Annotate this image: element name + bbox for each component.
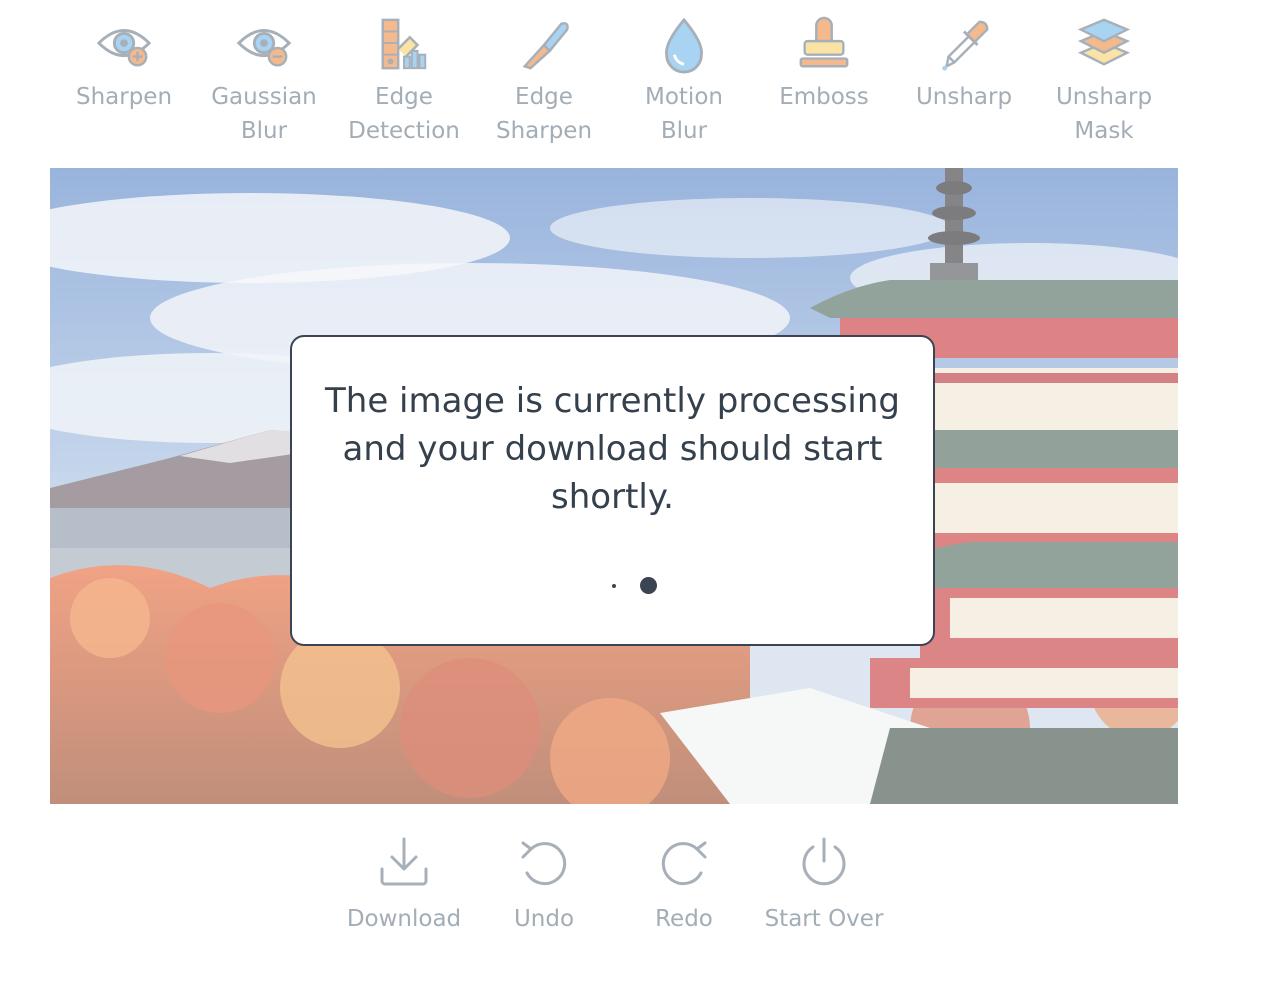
download-label: Download [346, 906, 462, 932]
undo-label: Undo [513, 906, 575, 932]
redo-label: Redo [655, 906, 713, 932]
filter-sharpen-button[interactable]: Sharpen [54, 14, 194, 154]
filter-label: Gaussian Blur [211, 84, 317, 144]
action-bar: Download Undo Redo Start Over [0, 820, 1268, 960]
stamp-icon [794, 14, 854, 76]
processing-message: The image is currently processing and yo… [325, 381, 900, 517]
redo-button[interactable]: Redo [614, 832, 754, 942]
drop-icon [654, 14, 714, 76]
palette-chart-icon [374, 14, 434, 76]
filter-label: Sharpen [75, 84, 173, 110]
filter-emboss-button[interactable]: Emboss [754, 14, 894, 154]
filter-label: Unsharp [915, 84, 1013, 110]
download-icon [374, 832, 434, 892]
filter-unsharp-mask-button[interactable]: Unsharp Mask [1034, 14, 1174, 154]
scalpel-icon [514, 14, 574, 76]
filter-label: Unsharp Mask [1055, 84, 1153, 144]
filter-motion-blur-button[interactable]: Motion Blur [614, 14, 754, 154]
filter-label: Motion Blur [645, 84, 723, 144]
filter-label: Edge Sharpen [495, 84, 593, 144]
undo-button[interactable]: Undo [474, 832, 614, 942]
undo-icon [514, 832, 574, 892]
filter-edge-detection-button[interactable]: Edge Detection [334, 14, 474, 154]
layers-icon [1074, 14, 1134, 76]
start-over-label: Start Over [764, 906, 884, 932]
power-icon [794, 832, 854, 892]
start-over-button[interactable]: Start Over [754, 832, 894, 942]
filter-label: Emboss [779, 84, 869, 110]
filter-label: Edge Detection [348, 84, 460, 144]
redo-icon [654, 832, 714, 892]
processing-dialog: The image is currently processing and yo… [290, 335, 935, 646]
download-button[interactable]: Download [334, 832, 474, 942]
filter-gaussian-blur-button[interactable]: Gaussian Blur [194, 14, 334, 154]
filter-toolbar: Sharpen Gaussian Blur Edge Detection Edg… [0, 0, 1268, 160]
filter-unsharp-button[interactable]: Unsharp [894, 14, 1034, 154]
eye-minus-icon [234, 14, 294, 76]
loading-dot [612, 584, 616, 588]
loading-dot [640, 577, 657, 594]
dropper-icon [934, 14, 994, 76]
eye-plus-icon [94, 14, 154, 76]
filter-edge-sharpen-button[interactable]: Edge Sharpen [474, 14, 614, 154]
